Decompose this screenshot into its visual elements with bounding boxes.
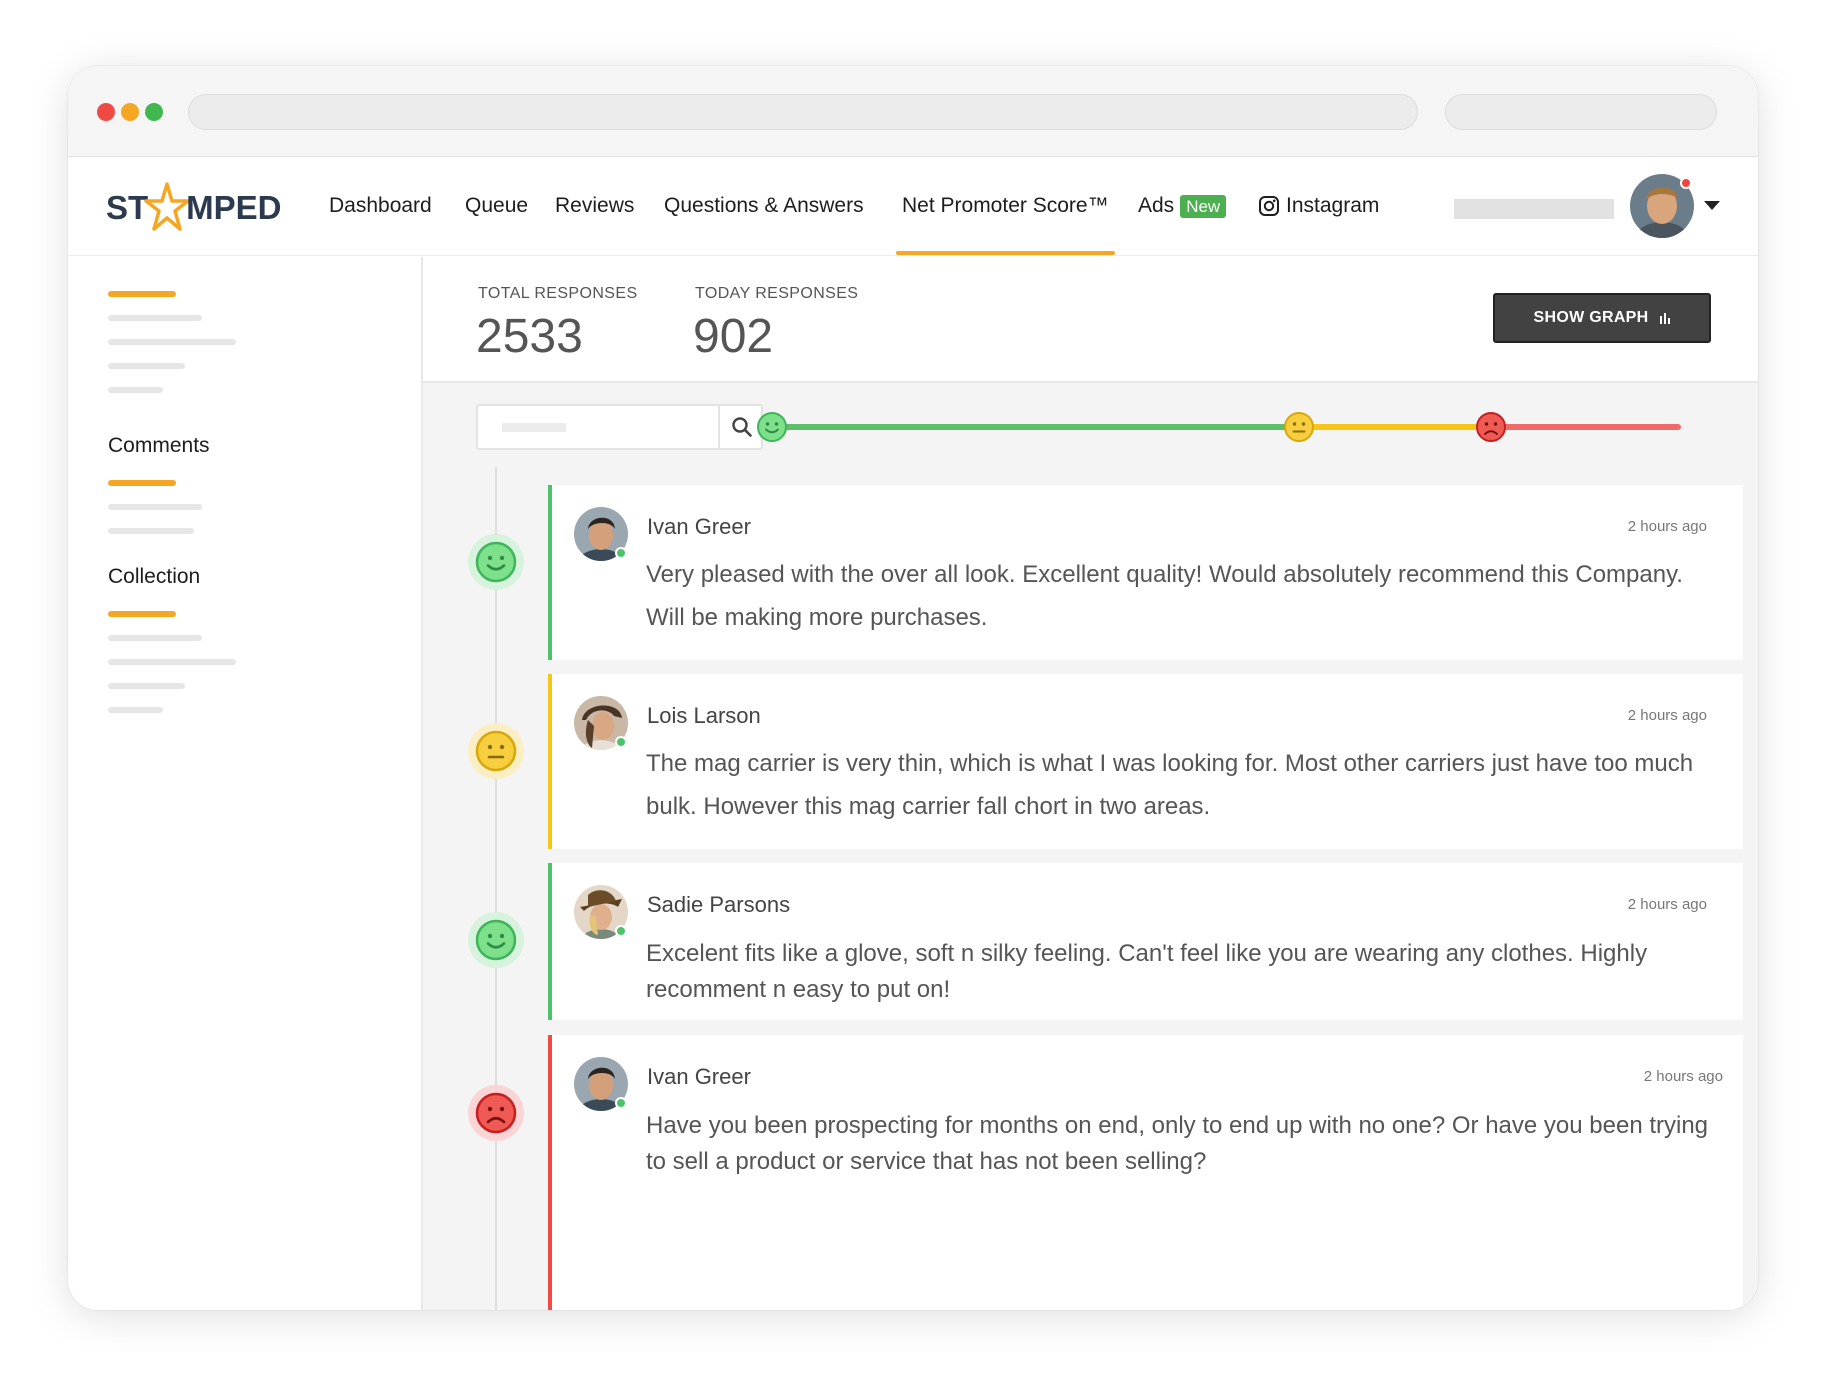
- nps-range-slider[interactable]: [756, 405, 1756, 449]
- nav-reviews-label: Reviews: [555, 194, 635, 217]
- online-status-dot: [615, 547, 627, 559]
- reviewer-name: Sadie Parsons: [647, 892, 791, 917]
- total-responses-value: 2533: [476, 310, 583, 363]
- mood-happy-icon: [468, 534, 524, 590]
- review-text: The mag carrier is very thin, which is w…: [646, 750, 1694, 820]
- logo-star-icon: [144, 182, 190, 231]
- reviewer-name: Ivan Greer: [647, 1064, 751, 1089]
- instagram-icon: [1259, 196, 1279, 216]
- reviewer-name: Lois Larson: [647, 703, 761, 728]
- nav-net-promoter-score-label: Net Promoter Score™: [902, 194, 1109, 217]
- sidebar-placeholder-item[interactable]: [108, 528, 194, 534]
- online-status-dot: [615, 925, 627, 937]
- mood-neutral-icon: [468, 723, 524, 779]
- sidebar-accent-line: [108, 611, 176, 617]
- nav-dashboard[interactable]: Dashboard: [329, 157, 432, 255]
- slider-passive-segment: [1299, 424, 1491, 430]
- search-icon: [731, 417, 752, 437]
- new-badge: New: [1180, 194, 1227, 218]
- slider-knob-happy-icon[interactable]: [756, 411, 788, 443]
- timeline-line: [495, 467, 497, 1310]
- slider-knob-sad-icon[interactable]: [1475, 411, 1507, 443]
- main-content: TOTAL RESPONSES 2533 TODAY RESPONSES 902…: [423, 257, 1758, 1310]
- sidebar-placeholder-item[interactable]: [108, 707, 163, 713]
- stats-bar: TOTAL RESPONSES 2533 TODAY RESPONSES 902…: [423, 257, 1758, 383]
- today-responses-label: TODAY RESPONSES: [695, 285, 859, 302]
- sidebar-accent-line: [108, 291, 176, 297]
- user-menu-chevron-down-icon[interactable]: [1704, 201, 1720, 210]
- review-card[interactable]: Ivan Greer 2 hours ago Have you been pro…: [548, 1035, 1743, 1310]
- nav-ads-label: Ads: [1138, 194, 1175, 217]
- sidebar-placeholder-item[interactable]: [108, 659, 236, 665]
- show-graph-button[interactable]: SHOW GRAPH: [1493, 293, 1711, 343]
- nav-net-promoter-score[interactable]: Net Promoter Score™: [896, 157, 1115, 255]
- nav-dashboard-label: Dashboard: [329, 194, 432, 217]
- review-timestamp: 2 hours ago: [1627, 518, 1707, 535]
- nav-ads[interactable]: Ads New: [1138, 157, 1227, 255]
- total-responses-label: TOTAL RESPONSES: [478, 285, 638, 302]
- nav-questions-answers[interactable]: Questions & Answers: [664, 157, 864, 255]
- bar-chart-icon: [1659, 313, 1670, 324]
- nav-questions-answers-label: Questions & Answers: [664, 194, 864, 217]
- review-text: Excelent fits like a glove, soft n silky…: [646, 940, 1648, 1003]
- sidebar-section-collection: Collection: [108, 565, 201, 588]
- window-maximize-dot[interactable]: [145, 103, 163, 121]
- sidebar-accent-line: [108, 480, 176, 486]
- sidebar-placeholder-item[interactable]: [108, 635, 202, 641]
- today-responses-value: 902: [693, 310, 774, 363]
- logo-text-right: MPED: [186, 189, 282, 226]
- nav-instagram-label: Instagram: [1286, 194, 1380, 217]
- nav-queue[interactable]: Queue: [465, 157, 528, 255]
- search-placeholder-bar: [502, 423, 566, 432]
- nav-instagram[interactable]: Instagram: [1258, 157, 1379, 255]
- address-bar[interactable]: [188, 94, 1418, 130]
- browser-chrome: [68, 66, 1758, 157]
- review-text: Have you been prospecting for months on …: [646, 1112, 1709, 1175]
- mood-sad-icon: [468, 1085, 524, 1141]
- review-timestamp: 2 hours ago: [1643, 1068, 1723, 1085]
- logo-text-left: ST: [106, 189, 149, 226]
- review-card[interactable]: Lois Larson 2 hours ago The mag carrier …: [548, 674, 1743, 849]
- review-card[interactable]: Sadie Parsons 2 hours ago Excelent fits …: [548, 863, 1743, 1020]
- sidebar-placeholder-item[interactable]: [108, 315, 202, 321]
- nav-queue-label: Queue: [465, 194, 529, 217]
- sidebar-placeholder-item[interactable]: [108, 339, 236, 345]
- top-navigation: ST MPED Dashboard Queue Reviews Question…: [68, 157, 1758, 256]
- search-box: [476, 404, 763, 450]
- review-timestamp: 2 hours ago: [1627, 707, 1707, 724]
- review-card[interactable]: Ivan Greer 2 hours ago Very pleased with…: [548, 485, 1743, 660]
- sidebar: Comments Collection: [68, 257, 423, 1310]
- review-text: Very pleased with the over all look. Exc…: [646, 561, 1683, 631]
- mood-happy-icon: [468, 912, 524, 968]
- nav-reviews[interactable]: Reviews: [555, 157, 634, 255]
- user-name-placeholder: [1454, 199, 1614, 219]
- slider-detractor-segment: [1491, 424, 1681, 430]
- reviewer-name: Ivan Greer: [647, 514, 751, 539]
- notification-dot: [1680, 177, 1692, 189]
- sidebar-placeholder-item[interactable]: [108, 683, 185, 689]
- sidebar-placeholder-item[interactable]: [108, 504, 202, 510]
- slider-promoter-segment: [772, 424, 1299, 430]
- browser-search-bar[interactable]: [1445, 94, 1717, 130]
- online-status-dot: [615, 1097, 627, 1109]
- stamped-logo[interactable]: ST MPED: [106, 182, 282, 233]
- window-minimize-dot[interactable]: [121, 103, 139, 121]
- sidebar-section-comments: Comments: [108, 434, 210, 457]
- review-timestamp: 2 hours ago: [1627, 896, 1707, 913]
- window-close-dot[interactable]: [97, 103, 115, 121]
- browser-window: ST MPED Dashboard Queue Reviews Question…: [68, 66, 1758, 1310]
- sidebar-placeholder-item[interactable]: [108, 363, 185, 369]
- slider-knob-neutral-icon[interactable]: [1283, 411, 1315, 443]
- show-graph-label: SHOW GRAPH: [1533, 309, 1649, 326]
- online-status-dot: [615, 736, 627, 748]
- sidebar-placeholder-item[interactable]: [108, 387, 163, 393]
